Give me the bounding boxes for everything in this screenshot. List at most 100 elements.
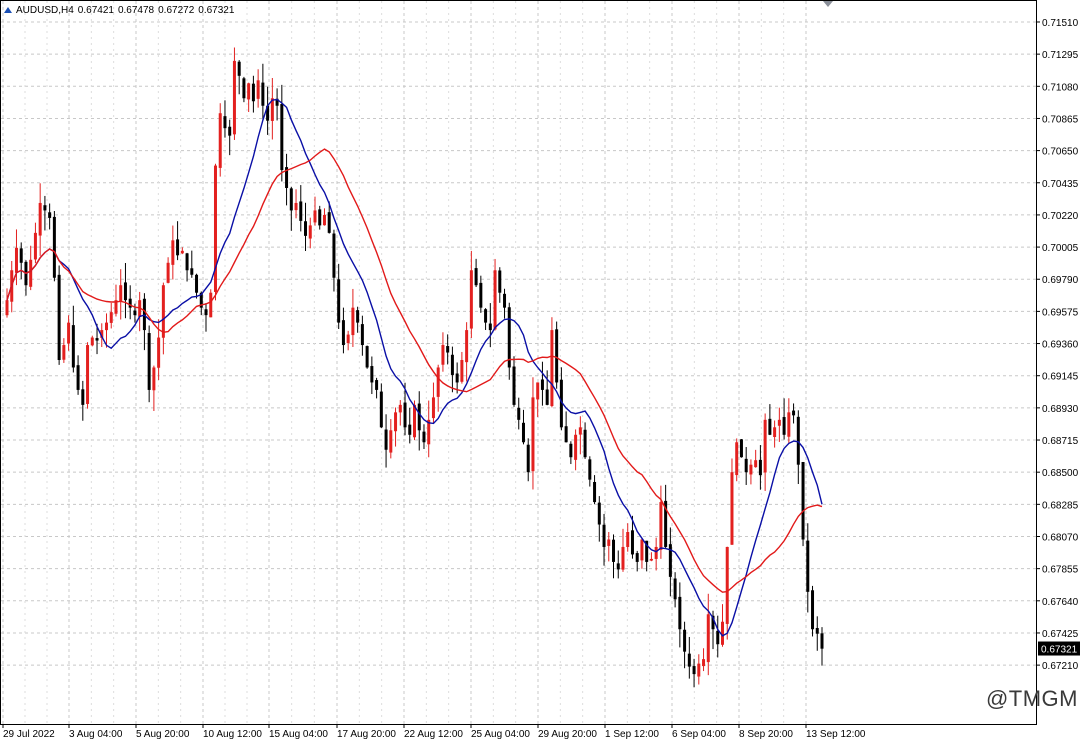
candle-body [52,216,56,278]
candle-body [540,379,544,390]
chart-symbol-icon [4,7,12,13]
candle-body [692,666,696,675]
candle-body [763,419,767,473]
candle-body [228,126,232,136]
candle-body [811,590,815,630]
candle-body [299,201,303,221]
x-tick-label: 29 Aug 20:00 [538,729,597,740]
candle-body [820,633,824,649]
candle-body [796,416,800,465]
y-tick-label: 0.68715 [1042,436,1079,447]
candle-body [251,83,255,102]
x-tick-label: 8 Sep 20:00 [739,729,793,740]
y-tick-label: 0.69790 [1042,275,1079,286]
chart-menu-arrow-icon[interactable] [822,0,834,8]
candle-body [626,532,630,547]
candle-body [441,345,445,365]
candle-body [422,431,426,443]
y-tick-label: 0.68285 [1042,500,1079,511]
x-tick-label: 10 Aug 12:00 [203,729,262,740]
y-tick-label: 0.68500 [1042,468,1079,479]
candle-body [237,61,241,76]
candle-body [446,346,450,353]
candle-body [119,285,123,302]
candle-body [602,524,606,547]
candle-body [304,221,308,236]
candle-body [360,324,364,346]
chart-title-bar: AUDUSD,H4 0.67421 0.67478 0.67272 0.6732… [4,3,234,17]
candle-body [147,333,151,390]
candle-body [659,502,663,550]
candle-body [109,312,113,323]
candle-body [133,310,137,316]
x-tick-label: 5 Aug 20:00 [136,729,190,740]
y-tick-label: 0.70005 [1042,243,1079,254]
y-tick-label: 0.71510 [1042,18,1079,29]
candle-body [62,345,66,360]
candle-body [76,365,80,390]
candle-body [512,366,516,405]
candle-body [593,481,597,503]
candle-body [507,307,511,368]
candle-body [19,248,23,263]
candle-body [517,407,521,420]
candle-body [195,274,199,293]
candle-body [313,210,317,223]
candle-body [356,310,360,323]
ohlc-high: 0.67478 [117,4,155,16]
candle-body [455,373,459,383]
candle-body [630,530,634,555]
candle-body [346,334,350,344]
symbol-timeframe: AUDUSD,H4 [16,4,74,16]
y-tick-label: 0.71080 [1042,82,1079,93]
candle [218,103,222,177]
candle-body [583,429,587,458]
candle-body [758,459,762,476]
candle-body [550,330,554,407]
candle-body [43,205,47,211]
candle-body [123,282,127,301]
x-tick-label: 6 Sep 04:00 [672,729,726,740]
candle-body [678,596,682,630]
candle-body [384,429,388,450]
candle-body [531,397,535,472]
price-chart[interactable]: 0.71510 0.71295 0.71080 0.70865 0.70650 0.704… [0,0,1088,744]
candle-body [640,539,644,561]
candle-body [232,60,236,135]
candle-body [612,539,616,562]
candle-body [327,212,331,233]
candle-body [417,403,421,431]
candle-body [493,270,497,330]
candle-body [621,546,625,570]
y-tick-label: 0.70435 [1042,179,1079,190]
candle-body [394,412,398,432]
candle-body [488,323,492,331]
candle-body [706,614,710,663]
y-tick-label: 0.69360 [1042,340,1079,351]
candle-body [777,419,781,426]
candle-body [204,309,208,316]
candle-body [754,460,758,468]
candle-body [597,502,601,525]
candle-body [389,430,393,453]
candle-body [157,337,161,368]
candle-body [578,427,582,435]
candle-body [341,320,345,346]
candle-body [555,329,559,383]
candle-body [450,354,454,375]
candle-body [223,116,227,129]
candle-body [498,270,502,293]
candle-body [86,345,90,404]
candle-body [247,83,251,100]
candle-body [413,404,416,438]
candle-body [787,412,791,437]
candle-body [90,337,94,346]
candle-body [308,225,312,239]
candle-body [588,459,592,480]
ohlc-open: 0.67421 [77,4,114,16]
candle-body [792,410,796,416]
candle-body [161,285,165,338]
candle [550,317,554,408]
candle-body [176,239,180,256]
candle-body [503,293,507,308]
